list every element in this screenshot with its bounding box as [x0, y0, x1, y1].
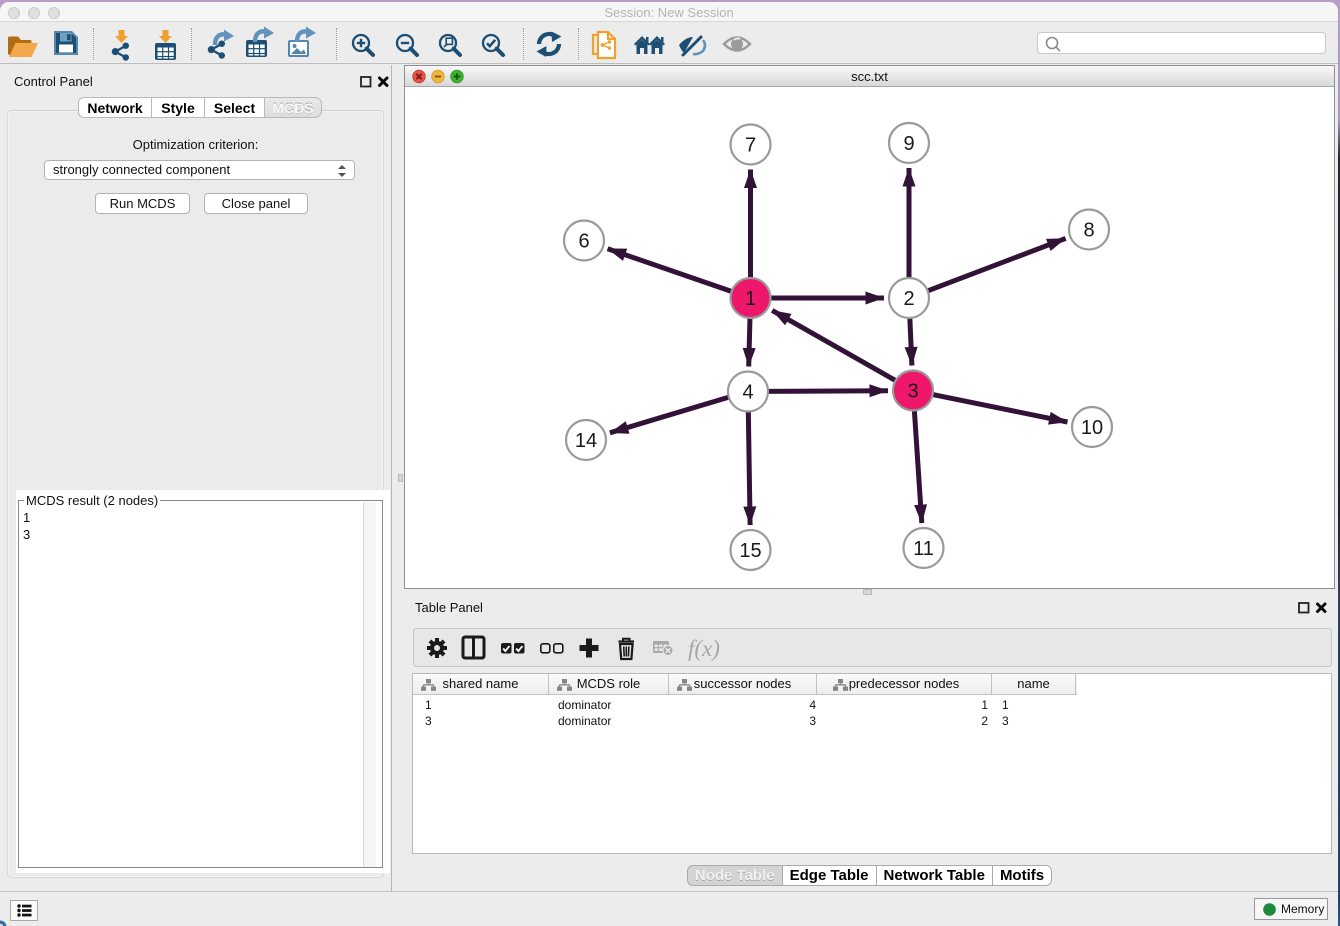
svg-text:4: 4 [742, 382, 753, 404]
svg-text:11: 11 [913, 538, 934, 560]
svg-text:3: 3 [907, 381, 918, 403]
svg-text:7: 7 [745, 135, 756, 157]
svg-text:2: 2 [903, 288, 914, 310]
svg-text:6: 6 [578, 231, 589, 253]
svg-text:10: 10 [1081, 417, 1103, 439]
svg-text:14: 14 [575, 430, 597, 452]
svg-text:f(x): f(x) [688, 636, 720, 661]
svg-text:8: 8 [1083, 220, 1094, 242]
svg-text:9: 9 [903, 133, 914, 155]
svg-text:15: 15 [739, 540, 761, 562]
svg-text:1: 1 [745, 288, 756, 310]
